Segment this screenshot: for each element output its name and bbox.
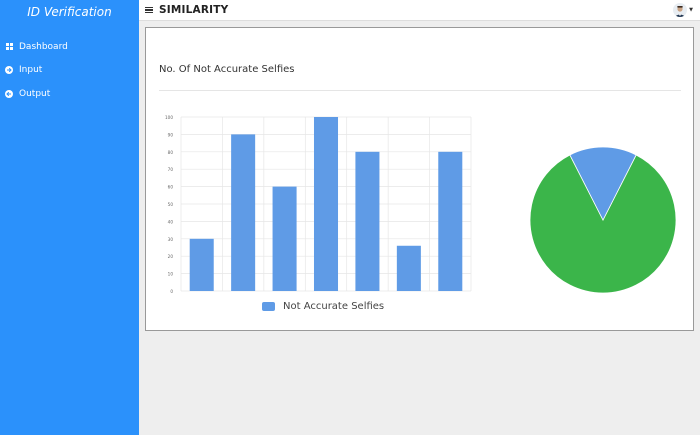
arrow-right-circle-icon xyxy=(5,66,13,75)
y-tick-label: 40 xyxy=(168,219,174,224)
chevron-down-icon[interactable]: ▼ xyxy=(689,7,693,13)
bar[interactable] xyxy=(313,117,339,291)
chart-legend[interactable]: Not Accurate Selfies xyxy=(262,301,384,312)
legend-swatch xyxy=(262,302,275,311)
bar-chart: 0 10 20 30 40 50 60 70 80 90 100 xyxy=(165,115,472,293)
arrow-left-circle-icon xyxy=(5,89,13,98)
bar[interactable] xyxy=(355,151,380,291)
sidebar-nav: Dashboard Input Output xyxy=(0,35,139,106)
sidebar-item-input[interactable]: Input xyxy=(0,59,139,83)
sidebar-item-label: Output xyxy=(19,88,51,99)
top-bar: SIMILARITY ▼ xyxy=(139,0,700,21)
bar[interactable] xyxy=(396,245,421,291)
bar[interactable] xyxy=(189,238,214,291)
y-tick-label: 70 xyxy=(168,167,174,172)
bar[interactable] xyxy=(231,134,256,291)
pie-chart xyxy=(529,146,677,294)
y-tick-label: 60 xyxy=(168,185,174,190)
avatar[interactable] xyxy=(673,3,688,17)
card-title: No. Of Not Accurate Selfies xyxy=(159,64,295,75)
legend-label: Not Accurate Selfies xyxy=(283,301,385,312)
chart-card: No. Of Not Accurate Selfies 0 10 20 30 40 50 6… xyxy=(145,27,694,331)
sidebar-item-label: Input xyxy=(19,65,43,76)
y-tick-label: 100 xyxy=(165,115,173,120)
sidebar-item-output[interactable]: Output xyxy=(0,82,139,106)
bar[interactable] xyxy=(272,186,297,291)
brand-title[interactable]: ID Verification xyxy=(0,0,139,25)
y-tick-label: 20 xyxy=(168,254,174,259)
y-tick-label: 80 xyxy=(168,150,174,155)
dashboard-icon xyxy=(5,43,13,51)
divider xyxy=(159,90,681,91)
y-tick-label: 10 xyxy=(168,272,174,277)
hamburger-icon[interactable] xyxy=(145,6,153,14)
sidebar-item-label: Dashboard xyxy=(19,41,68,52)
page-title: SIMILARITY xyxy=(159,4,229,16)
y-tick-label: 30 xyxy=(168,237,174,242)
y-tick-label: 90 xyxy=(168,132,174,137)
y-tick-label: 50 xyxy=(168,202,174,207)
bar[interactable] xyxy=(438,151,463,291)
sidebar: ID Verification Dashboard Input Output xyxy=(0,0,139,435)
y-tick-label: 0 xyxy=(170,289,173,293)
sidebar-item-dashboard[interactable]: Dashboard xyxy=(0,35,139,59)
user-menu[interactable]: ▼ xyxy=(673,3,693,17)
